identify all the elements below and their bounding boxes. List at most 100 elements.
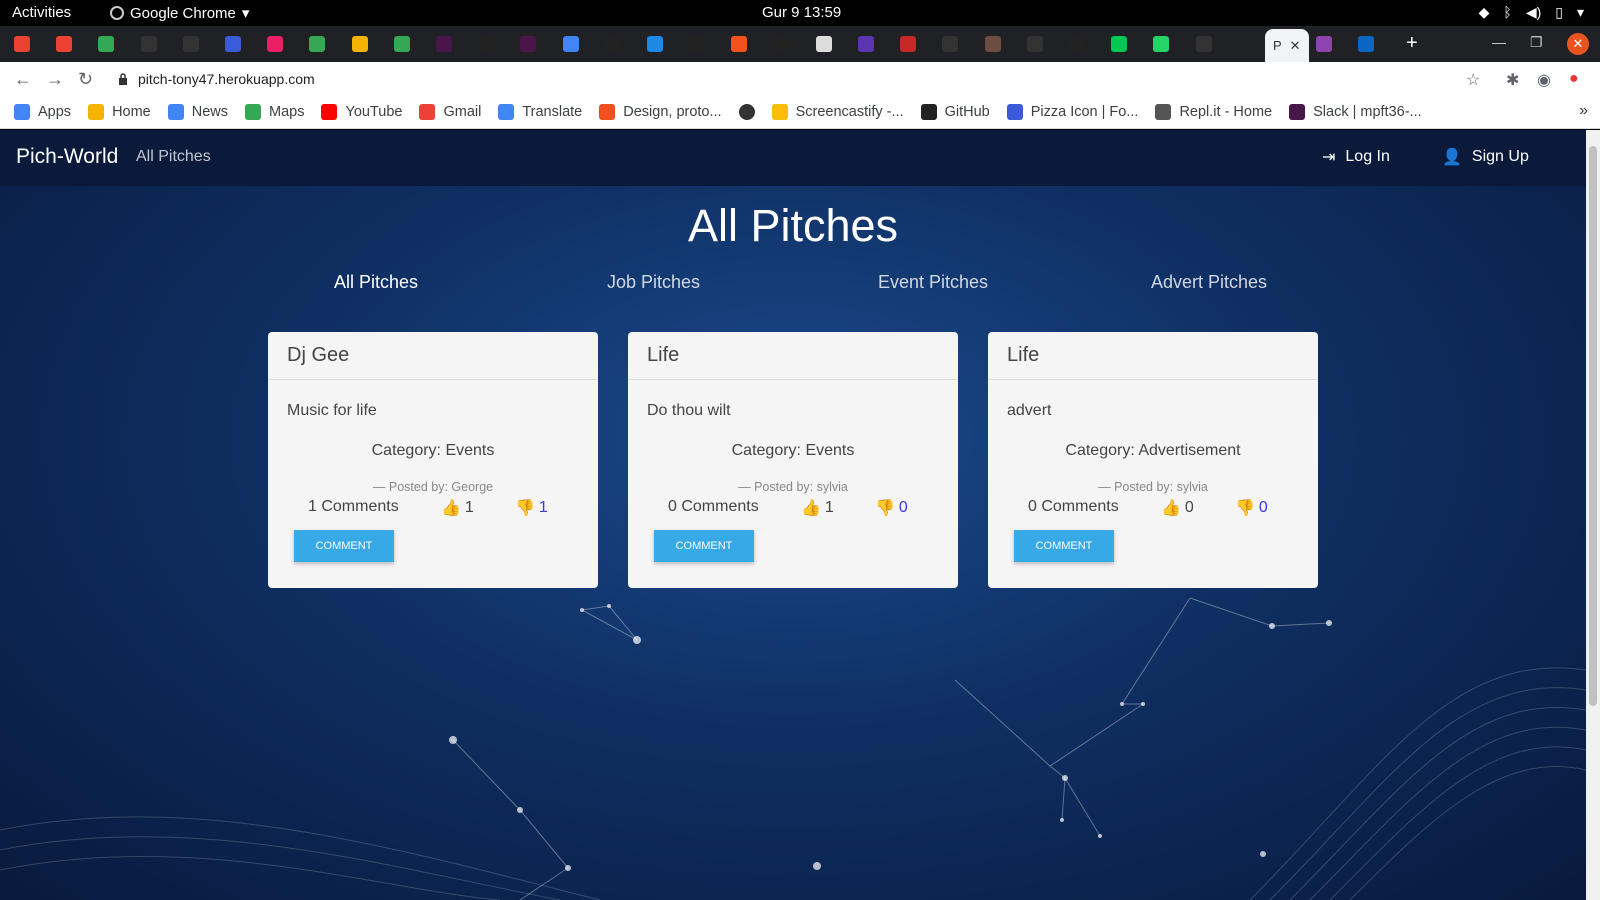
browser-tab[interactable] bbox=[478, 33, 518, 55]
profile-avatar[interactable]: ◉ bbox=[1537, 70, 1551, 90]
tab-advert-pitches[interactable]: Advert Pitches bbox=[1151, 272, 1267, 293]
active-tab[interactable]: P ✕ bbox=[1265, 29, 1309, 62]
browser-tab[interactable] bbox=[1195, 33, 1236, 55]
browser-tab[interactable] bbox=[14, 33, 54, 55]
extensions-icon[interactable]: ✱ bbox=[1506, 70, 1519, 90]
browser-tab[interactable] bbox=[520, 33, 560, 55]
nav-all-pitches[interactable]: All Pitches bbox=[136, 148, 211, 166]
bookmark-item[interactable]: Gmail bbox=[419, 104, 481, 120]
browser-tab[interactable] bbox=[98, 33, 138, 55]
bookmark-item[interactable]: Screencastify -... bbox=[771, 104, 904, 120]
tab-event-pitches[interactable]: Event Pitches bbox=[878, 272, 988, 293]
bookmark-item[interactable]: Translate bbox=[498, 104, 582, 120]
page-title: All Pitches bbox=[687, 200, 899, 251]
browser-tab[interactable] bbox=[1316, 33, 1356, 55]
browser-tab[interactable] bbox=[225, 33, 265, 55]
browser-tab[interactable] bbox=[984, 33, 1025, 55]
tab-strip: P ✕ + — ❐ bbox=[0, 26, 1600, 62]
browser-tab[interactable] bbox=[647, 33, 687, 55]
url-field[interactable]: pitch-tony47.herokuapp.com bbox=[112, 64, 1492, 94]
close-icon[interactable]: ✕ bbox=[1290, 38, 1301, 54]
browser-tab[interactable] bbox=[942, 33, 982, 55]
bookmark-item[interactable]: Design, proto... bbox=[599, 104, 722, 120]
browser-tab[interactable] bbox=[731, 33, 771, 55]
browser-tab[interactable] bbox=[1153, 33, 1193, 55]
bookmark-item[interactable]: Pizza Icon | Fo... bbox=[1006, 104, 1138, 120]
pitch-stats: 0 Comments 👍 0 👎 0 bbox=[988, 498, 1318, 520]
page-scrollbar[interactable] bbox=[1586, 130, 1600, 900]
new-tab-button[interactable]: + bbox=[1406, 32, 1418, 55]
bookmark-item[interactable]: YouTube bbox=[321, 104, 402, 120]
minimize-icon[interactable]: — bbox=[1492, 34, 1506, 50]
comment-count: 0 Comments bbox=[668, 498, 759, 515]
browser-tab[interactable] bbox=[773, 33, 814, 55]
system-tray[interactable]: ◆ ᛒ ◀) ▯ ▾ bbox=[1479, 4, 1584, 21]
downvote-button[interactable]: 👎 0 bbox=[875, 498, 908, 518]
bookmark-item[interactable]: Apps bbox=[14, 104, 71, 120]
comment-button[interactable]: COMMENT bbox=[294, 530, 394, 562]
bookmark-item[interactable]: GitHub bbox=[920, 104, 990, 120]
bookmark-item[interactable]: Maps bbox=[245, 104, 304, 120]
browser-tab[interactable] bbox=[1358, 33, 1398, 55]
bookmark-item[interactable]: News bbox=[167, 104, 228, 120]
bookmark-icon bbox=[771, 104, 788, 120]
login-link[interactable]: ⇥ Log In bbox=[1322, 147, 1390, 167]
browser-tab[interactable] bbox=[182, 33, 223, 55]
browser-tab[interactable] bbox=[604, 33, 645, 55]
browser-tab[interactable] bbox=[562, 33, 603, 55]
downvote-button[interactable]: 👎 1 bbox=[515, 498, 548, 518]
app-menu[interactable]: Google Chrome ▾ bbox=[110, 4, 249, 22]
comment-button[interactable]: COMMENT bbox=[1014, 530, 1114, 562]
browser-tab[interactable] bbox=[140, 33, 181, 55]
update-icon[interactable]: ● bbox=[1569, 70, 1579, 88]
bookmark-item[interactable] bbox=[738, 104, 755, 120]
pitch-description: advert bbox=[1007, 402, 1052, 419]
restore-icon[interactable]: ❐ bbox=[1530, 34, 1543, 51]
tab-favicon-icon bbox=[267, 36, 284, 52]
browser-tab[interactable] bbox=[393, 33, 434, 55]
tab-favicon-icon bbox=[1153, 36, 1170, 52]
brand-logo[interactable]: Pich-World bbox=[16, 145, 118, 169]
browser-tab[interactable] bbox=[1111, 33, 1151, 55]
bookmark-item[interactable]: Home bbox=[88, 104, 151, 120]
browser-tab[interactable] bbox=[689, 33, 729, 55]
clock[interactable]: Gur 9 13:59 bbox=[762, 4, 841, 21]
tab-favicon-icon bbox=[900, 36, 917, 52]
tab-all-pitches[interactable]: All Pitches bbox=[334, 272, 418, 293]
comment-button[interactable]: COMMENT bbox=[654, 530, 754, 562]
bookmark-icon bbox=[88, 104, 105, 120]
browser-tab[interactable] bbox=[1069, 33, 1109, 55]
upvote-button[interactable]: 👍 1 bbox=[801, 498, 834, 518]
tab-job-pitches[interactable]: Job Pitches bbox=[607, 272, 700, 293]
pitch-title: Dj Gee bbox=[268, 332, 598, 380]
signup-link[interactable]: 👤 Sign Up bbox=[1442, 147, 1529, 167]
browser-tab[interactable] bbox=[309, 33, 349, 55]
upvote-button[interactable]: 👍 0 bbox=[1161, 498, 1194, 518]
browser-tab[interactable] bbox=[56, 33, 96, 55]
browser-tab[interactable] bbox=[858, 33, 898, 55]
upvote-button[interactable]: 👍 1 bbox=[441, 498, 474, 518]
back-icon[interactable]: ← bbox=[14, 69, 32, 90]
activities-button[interactable]: Activities bbox=[12, 4, 71, 21]
tab-favicon-icon bbox=[1195, 36, 1212, 52]
browser-tab[interactable] bbox=[1026, 33, 1067, 55]
thumbs-up-icon: 👍 bbox=[441, 500, 461, 517]
bookmarks-overflow-icon[interactable]: » bbox=[1579, 102, 1588, 120]
browser-tab[interactable] bbox=[815, 33, 856, 55]
browser-tab[interactable] bbox=[267, 33, 307, 55]
browser-tab[interactable] bbox=[351, 33, 392, 55]
downvote-button[interactable]: 👎 0 bbox=[1235, 498, 1268, 518]
forward-icon[interactable]: → bbox=[46, 69, 64, 90]
pitch-card: Life Do thou wilt Category: Events — Posted… bbox=[628, 332, 958, 588]
star-icon[interactable]: ☆ bbox=[1466, 70, 1480, 90]
bookmark-item[interactable]: Slack | mpft36-... bbox=[1289, 104, 1422, 120]
downvote-count: 0 bbox=[1258, 499, 1268, 516]
bookmark-item[interactable]: Repl.it - Home bbox=[1155, 104, 1272, 120]
tab-favicon-icon bbox=[56, 36, 73, 52]
scrollbar-thumb[interactable] bbox=[1589, 146, 1597, 706]
bluetooth-icon: ᛒ bbox=[1503, 4, 1512, 20]
browser-tab[interactable] bbox=[436, 33, 476, 55]
window-close-button[interactable]: ✕ bbox=[1567, 33, 1589, 55]
browser-tab[interactable] bbox=[900, 33, 940, 55]
reload-icon[interactable]: ↻ bbox=[78, 69, 93, 90]
